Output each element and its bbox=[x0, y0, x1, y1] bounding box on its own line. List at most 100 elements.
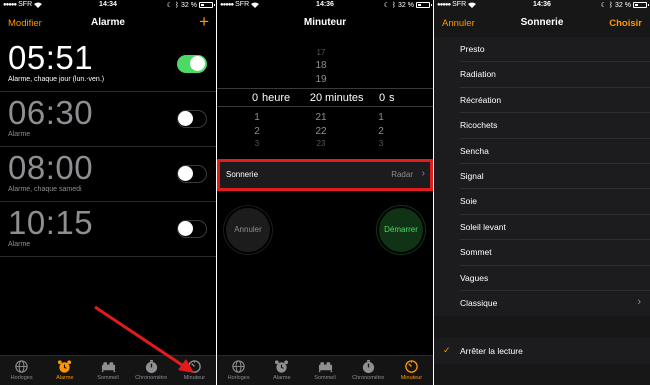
ringtone-name: Classique bbox=[460, 297, 498, 308]
seconds-label: s bbox=[389, 92, 395, 104]
timer-picker[interactable]: 17 18 19 0 heure 20 minutes 0 s 1 2 3 21… bbox=[217, 46, 433, 150]
tab-minuteur[interactable]: Minuteur bbox=[390, 356, 433, 385]
stop-playback-label: Arrêter la lecture bbox=[460, 346, 523, 356]
alarm-label: Alarme, chaque jour (lun.-ven.) bbox=[8, 76, 105, 83]
tab-horloges[interactable]: Horloges bbox=[0, 356, 43, 385]
picker-value: 21 bbox=[315, 112, 327, 123]
picker-value: 19 bbox=[315, 74, 327, 85]
battery-label: 32 % bbox=[398, 1, 414, 9]
status-bar: ●●●●● SFR 14:34 ☾ ᛒ 32 % bbox=[0, 0, 216, 11]
ringtone-name: Soleil levant bbox=[460, 221, 506, 232]
list-item[interactable]: Soleil levant bbox=[434, 215, 650, 241]
stop-playback-row[interactable]: ✓ Arrêter la lecture bbox=[434, 338, 650, 364]
ringtone-name: Radiation bbox=[460, 69, 496, 80]
tab-label: Sommeil bbox=[97, 375, 119, 381]
tab-label: Minuteur bbox=[400, 375, 423, 381]
battery-icon bbox=[416, 2, 432, 8]
tab-alarme[interactable]: Alarme bbox=[260, 356, 303, 385]
tab-sommeil[interactable]: Sommeil bbox=[303, 356, 346, 385]
tab-bar: Horloges Alarme Sommeil Chronomètre Minu… bbox=[0, 355, 216, 385]
alarm-clock-icon bbox=[58, 360, 72, 373]
ringtone-name: Sommet bbox=[460, 247, 492, 258]
moon-icon: ☾ bbox=[600, 2, 607, 9]
alarm-toggle[interactable] bbox=[177, 55, 207, 73]
timer-icon bbox=[405, 360, 418, 373]
page-title: Alarme bbox=[91, 17, 125, 28]
tab-chronometre[interactable]: Chronomètre bbox=[130, 356, 173, 385]
list-item-classique[interactable]: Classique › bbox=[434, 291, 650, 316]
ringtone-name: Signal bbox=[460, 170, 484, 181]
alarm-time: 10:15 bbox=[8, 204, 94, 241]
alarm-clock-icon bbox=[275, 360, 289, 373]
add-alarm-button[interactable]: + bbox=[199, 12, 209, 32]
checkmark-icon: ✓ bbox=[443, 345, 451, 355]
ringtone-list: Presto Radiation Récréation Ricochets Se… bbox=[434, 37, 650, 317]
tab-sommeil[interactable]: Sommeil bbox=[86, 356, 129, 385]
cancel-button[interactable]: Annuler bbox=[226, 208, 270, 252]
tab-bar: Horloges Alarme Sommeil Chronomètre Minu… bbox=[217, 355, 433, 385]
page-title: Minuteur bbox=[303, 17, 347, 28]
tab-label: Minuteur bbox=[183, 375, 206, 381]
globe-icon bbox=[15, 360, 28, 373]
tab-label: Alarme bbox=[56, 375, 74, 381]
list-item[interactable]: Signal bbox=[434, 164, 650, 190]
alarm-row[interactable]: 06:30 Alarme bbox=[0, 93, 216, 147]
toggle-knob bbox=[190, 56, 205, 71]
bed-icon bbox=[101, 362, 115, 373]
timer-icon bbox=[188, 360, 201, 373]
list-item[interactable]: Radiation bbox=[434, 62, 650, 89]
alarm-toggle[interactable] bbox=[177, 165, 207, 183]
picker-value: 23 bbox=[316, 139, 326, 148]
list-item[interactable]: Sommet bbox=[434, 240, 650, 266]
alarm-toggle[interactable] bbox=[177, 220, 207, 238]
tab-label: Chronomètre bbox=[352, 375, 385, 381]
bed-icon bbox=[318, 362, 332, 373]
ringtone-name: Presto bbox=[460, 44, 485, 54]
tab-chronometre[interactable]: Chronomètre bbox=[347, 356, 390, 385]
sonnerie-highlight-box bbox=[217, 159, 433, 191]
picker-value: 3 bbox=[254, 139, 260, 148]
picker-value: 17 bbox=[316, 48, 326, 57]
list-item[interactable]: Ricochets bbox=[434, 113, 650, 139]
alarm-label: Alarme, chaque samedi bbox=[8, 186, 82, 193]
tab-horloges[interactable]: Horloges bbox=[217, 356, 260, 385]
status-bar: ●●●●● SFR 14:36 ☾ ᛒ 32 % bbox=[217, 0, 433, 11]
list-item[interactable]: Récréation bbox=[434, 88, 650, 114]
tab-label: Alarme bbox=[273, 375, 291, 381]
alarm-row[interactable]: 10:15 Alarme bbox=[0, 203, 216, 257]
list-item[interactable]: Presto bbox=[434, 37, 650, 63]
tab-label: Sommeil bbox=[314, 375, 336, 381]
globe-icon bbox=[232, 360, 245, 373]
start-button[interactable]: Démarrer bbox=[379, 208, 423, 252]
list-item[interactable]: Sencha bbox=[434, 139, 650, 165]
alarm-row[interactable]: 08:00 Alarme, chaque samedi bbox=[0, 148, 216, 202]
alarm-screen: ●●●●● SFR 14:34 ☾ ᛒ 32 % Modifier Alarme + … bbox=[0, 0, 216, 385]
moon-icon: ☾ bbox=[166, 2, 173, 9]
tab-label: Chronomètre bbox=[135, 375, 168, 381]
ringtone-name: Soie bbox=[460, 196, 478, 207]
tab-label: Horloges bbox=[227, 375, 250, 381]
picker-value: 3 bbox=[378, 139, 384, 148]
ringtone-name: Récréation bbox=[460, 94, 502, 105]
list-item[interactable]: Soie bbox=[434, 189, 650, 216]
ringtone-name: Ricochets bbox=[460, 120, 498, 131]
picker-value: 1 bbox=[254, 112, 260, 123]
stopwatch-icon bbox=[145, 359, 157, 374]
alarm-time: 05:51 bbox=[8, 39, 94, 76]
choose-button[interactable]: Choisir bbox=[609, 18, 642, 29]
alarm-label: Alarme bbox=[8, 241, 31, 248]
tab-label: Horloges bbox=[10, 375, 33, 381]
toggle-knob bbox=[178, 111, 193, 126]
nav-bar: Modifier Alarme + bbox=[0, 11, 216, 37]
picker-value: 1 bbox=[378, 112, 384, 123]
alarm-label: Alarme bbox=[8, 131, 31, 138]
tab-alarme[interactable]: Alarme bbox=[43, 356, 86, 385]
battery-icon bbox=[633, 2, 649, 8]
alarm-row[interactable]: 05:51 Alarme, chaque jour (lun.-ven.) bbox=[0, 38, 216, 92]
alarm-toggle[interactable] bbox=[177, 110, 207, 128]
picker-value: 2 bbox=[254, 126, 260, 137]
timer-screen: ●●●●● SFR 14:36 ☾ ᛒ 32 % Minuteur 17 18 19 … bbox=[217, 0, 433, 385]
minutes-label: minutes bbox=[325, 92, 364, 104]
list-item[interactable]: Vagues bbox=[434, 266, 650, 292]
tab-minuteur[interactable]: Minuteur bbox=[173, 356, 216, 385]
